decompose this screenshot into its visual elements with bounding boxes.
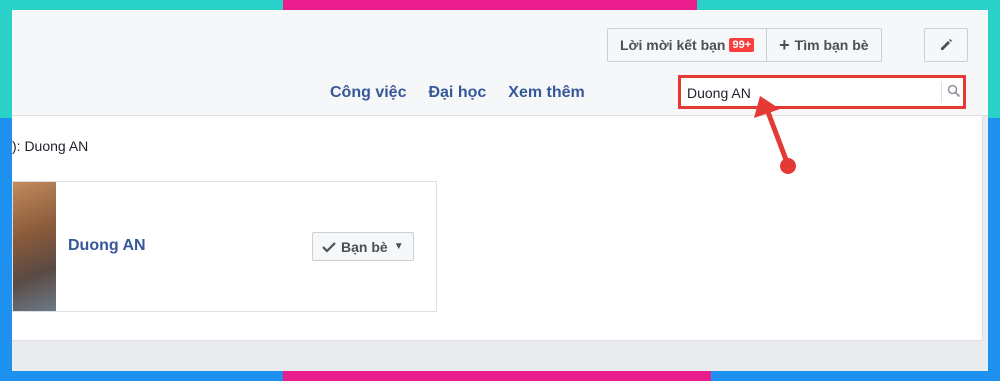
caret-down-icon: ▼ [393, 241, 404, 252]
avatar[interactable] [13, 182, 56, 311]
friend-status-label: Bạn bè [341, 238, 388, 255]
friend-name-link[interactable]: Duong AN [68, 237, 146, 255]
friend-status-button[interactable]: Bạn bè ▼ [312, 232, 414, 261]
friend-result-card: Duong AN Bạn bè ▼ [12, 181, 437, 312]
checkmark-icon [322, 241, 336, 253]
search-result-label: ): Duong AN [12, 138, 89, 154]
